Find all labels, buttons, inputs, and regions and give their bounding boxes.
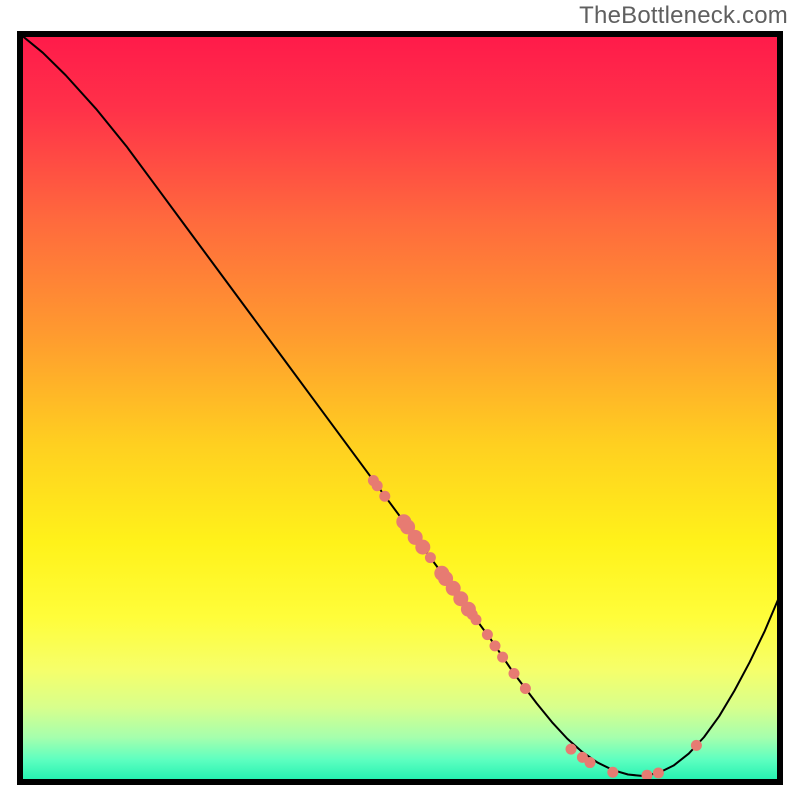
curve-marker: [585, 757, 596, 768]
watermark-label: TheBottleneck.com: [579, 2, 788, 30]
curve-marker: [497, 652, 508, 663]
curve-marker: [509, 668, 520, 679]
curve-marker: [471, 614, 482, 625]
chart-svg: [16, 30, 784, 786]
curve-marker: [691, 740, 702, 751]
curve-marker: [425, 552, 436, 563]
curve-marker: [607, 767, 618, 778]
curve-marker: [653, 768, 664, 779]
curve-marker: [372, 480, 383, 491]
chart-area: [16, 30, 784, 786]
curve-marker: [379, 491, 390, 502]
curve-marker: [490, 640, 501, 651]
curve-marker: [566, 744, 577, 755]
curve-marker: [482, 629, 493, 640]
curve-marker: [520, 683, 531, 694]
chart-background: [20, 34, 780, 782]
curve-marker: [415, 540, 430, 555]
